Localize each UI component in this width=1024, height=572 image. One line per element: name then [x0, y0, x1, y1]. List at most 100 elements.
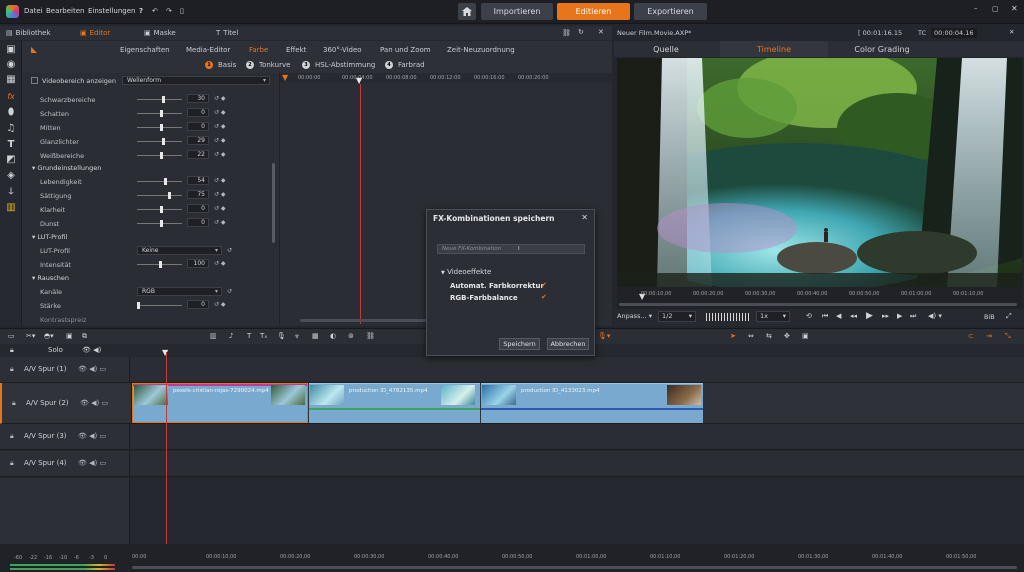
- layers-icon[interactable]: ◈: [5, 170, 17, 182]
- volume-icon[interactable]: ◀) ▾: [928, 312, 942, 320]
- clip-icon[interactable]: ▦: [5, 74, 17, 86]
- timeline-layout-icon[interactable]: ▭: [8, 332, 15, 340]
- params-scrollbar[interactable]: [272, 163, 275, 243]
- fit-dropdown[interactable]: Anpass... ▾: [617, 312, 653, 322]
- audio-icon[interactable]: ♪: [229, 332, 233, 340]
- eye-icon[interactable]: 👁︎ ◀): [82, 346, 101, 354]
- timeline-scrollbar[interactable]: [132, 566, 1017, 569]
- dialog-close-icon[interactable]: ✕: [581, 213, 588, 222]
- tab-color-grading[interactable]: Color Grading: [830, 41, 934, 57]
- save-button[interactable]: Speichern: [499, 338, 540, 350]
- ratio-dropdown[interactable]: 1/2 ▾: [658, 311, 696, 322]
- record-icon[interactable]: 🎙▾: [598, 332, 610, 340]
- subtab-media-editor[interactable]: Media-Editor: [186, 46, 230, 54]
- lock-icon[interactable]: 🔒︎: [10, 365, 14, 374]
- panel-close-icon[interactable]: ✕: [598, 28, 604, 36]
- tab-maske[interactable]: ▣ Maske: [144, 26, 176, 40]
- skip-start-icon[interactable]: ⏮: [822, 312, 828, 321]
- reset-icon[interactable]: ↺ ◆: [214, 219, 226, 226]
- reset-icon[interactable]: ↺ ◆: [214, 109, 226, 116]
- params_grund-slider[interactable]: [137, 206, 182, 213]
- reset-icon[interactable]: ↺ ◆: [214, 301, 226, 308]
- solo-label[interactable]: Solo: [48, 346, 63, 354]
- slider-thumb[interactable]: [162, 96, 165, 103]
- magnet-icon[interactable]: ⊂: [968, 332, 974, 340]
- track-icons[interactable]: 👁︎ ◀) ▭: [78, 432, 106, 440]
- mixer-icon[interactable]: ⩔: [295, 332, 299, 341]
- drop-icon[interactable]: ⬮: [5, 107, 17, 119]
- params_grund-slider[interactable]: [137, 192, 182, 199]
- marker-icon[interactable]: ◓▾: [44, 332, 54, 340]
- link-icon[interactable]: ⛓: [562, 29, 571, 37]
- track-name[interactable]: A/V Spur (1): [24, 365, 67, 373]
- lock-icon[interactable]: 🔒︎: [12, 399, 16, 408]
- params_grund-value[interactable]: 0: [187, 204, 209, 213]
- minimize-icon[interactable]: –: [974, 4, 978, 12]
- params_top-slider[interactable]: [137, 110, 182, 117]
- speed-dropdown[interactable]: 1x ▾: [756, 311, 790, 322]
- lut-dropdown[interactable]: Keine ▾: [137, 246, 222, 255]
- subtab-effekt[interactable]: Effekt: [286, 46, 306, 54]
- stabilize-icon[interactable]: ⊚: [348, 332, 354, 340]
- params_grund-value[interactable]: 54: [187, 176, 209, 185]
- slider-thumb[interactable]: [137, 302, 140, 309]
- copy-icon[interactable]: ⧉: [82, 332, 87, 341]
- tab-titel[interactable]: T Titel: [216, 26, 238, 40]
- videobereich-checkbox[interactable]: [31, 77, 38, 84]
- track-name[interactable]: A/V Spur (2): [26, 399, 69, 407]
- music-icon[interactable]: ♫: [5, 123, 17, 135]
- tab-quelle[interactable]: Quelle: [614, 41, 718, 57]
- timeline-playhead[interactable]: [166, 352, 167, 562]
- track-name[interactable]: A/V Spur (4): [24, 459, 67, 467]
- params_top-value[interactable]: 30: [187, 94, 209, 103]
- tab-editor[interactable]: ▣ Editor: [80, 26, 110, 40]
- cancel-button[interactable]: Abbrechen: [547, 338, 589, 350]
- prev-frame-icon[interactable]: ◀: [836, 312, 841, 320]
- lock-icon[interactable]: 🔒︎: [10, 432, 14, 441]
- subtab-pan-zoom[interactable]: Pan und Zoom: [380, 46, 431, 54]
- fx-name-input[interactable]: Neue FX-Kombination I: [437, 244, 585, 254]
- track-icons[interactable]: 👁︎ ◀) ▭: [78, 459, 106, 467]
- subtab-360-video[interactable]: 360°-Video: [323, 46, 362, 54]
- slider-thumb[interactable]: [162, 138, 165, 145]
- forward-icon[interactable]: ▸▸: [882, 312, 889, 320]
- maximize-icon[interactable]: ▢: [992, 5, 999, 13]
- section-grundeinstellungen[interactable]: ▾ Grundeinstellungen: [32, 164, 101, 172]
- clip-1[interactable]: pexels-cristian-rojas-7290024.mp4: [132, 383, 308, 423]
- videoeffekte-group[interactable]: ▼ Videoeffekte: [441, 268, 491, 276]
- fire-icon[interactable]: ↆ: [5, 186, 17, 198]
- link-tool-icon[interactable]: ⛓: [366, 332, 375, 340]
- subtab-zeit[interactable]: Zeit-Neuzuordnung: [447, 46, 515, 54]
- track-icons[interactable]: 👁︎ ◀) ▭: [80, 399, 108, 407]
- menu-einstellungen[interactable]: Einstellungen: [88, 7, 135, 15]
- window-icon[interactable]: ▣: [66, 332, 73, 340]
- reset-icon[interactable]: ↺ ◆: [214, 151, 226, 158]
- track-name[interactable]: A/V Spur (3): [24, 432, 67, 440]
- camera-icon[interactable]: ◉: [5, 59, 17, 71]
- reset-icon[interactable]: ↺ ◆: [214, 177, 226, 184]
- params_top-value[interactable]: 0: [187, 122, 209, 131]
- lock-icon[interactable]: 🔒︎: [10, 346, 14, 355]
- fx-icon[interactable]: fx: [5, 91, 17, 103]
- reset-icon[interactable]: ↺: [227, 288, 232, 295]
- radio-farbrad[interactable]: 4 Farbrad: [385, 61, 425, 69]
- params_top-slider[interactable]: [137, 152, 182, 159]
- radio-basis[interactable]: 1 Basis: [205, 61, 236, 69]
- loop-icon[interactable]: ⟲: [806, 312, 812, 320]
- skip-end-icon[interactable]: ⏭: [910, 312, 916, 321]
- track-icons[interactable]: 👁︎ ◀) ▭: [78, 365, 106, 373]
- params_top-slider[interactable]: [137, 96, 182, 103]
- bib-label[interactable]: BiB: [984, 313, 995, 321]
- tab-bibliothek[interactable]: ▤ Bibliothek: [6, 26, 51, 40]
- preview-close-icon[interactable]: ✕: [1009, 28, 1014, 36]
- move-icon[interactable]: ✥: [784, 332, 790, 340]
- fit-tool-icon[interactable]: ▣: [802, 332, 809, 340]
- export-button[interactable]: Exportieren: [634, 3, 707, 20]
- transition-icon[interactable]: ◩: [5, 154, 17, 166]
- intensitaet-value[interactable]: 100: [187, 259, 209, 268]
- pointer-icon[interactable]: ➤: [730, 332, 736, 340]
- edit-button[interactable]: Editieren: [557, 3, 630, 20]
- check-icon[interactable]: ✔: [541, 293, 547, 301]
- slider-thumb[interactable]: [160, 124, 163, 131]
- params_top-slider[interactable]: [137, 124, 182, 131]
